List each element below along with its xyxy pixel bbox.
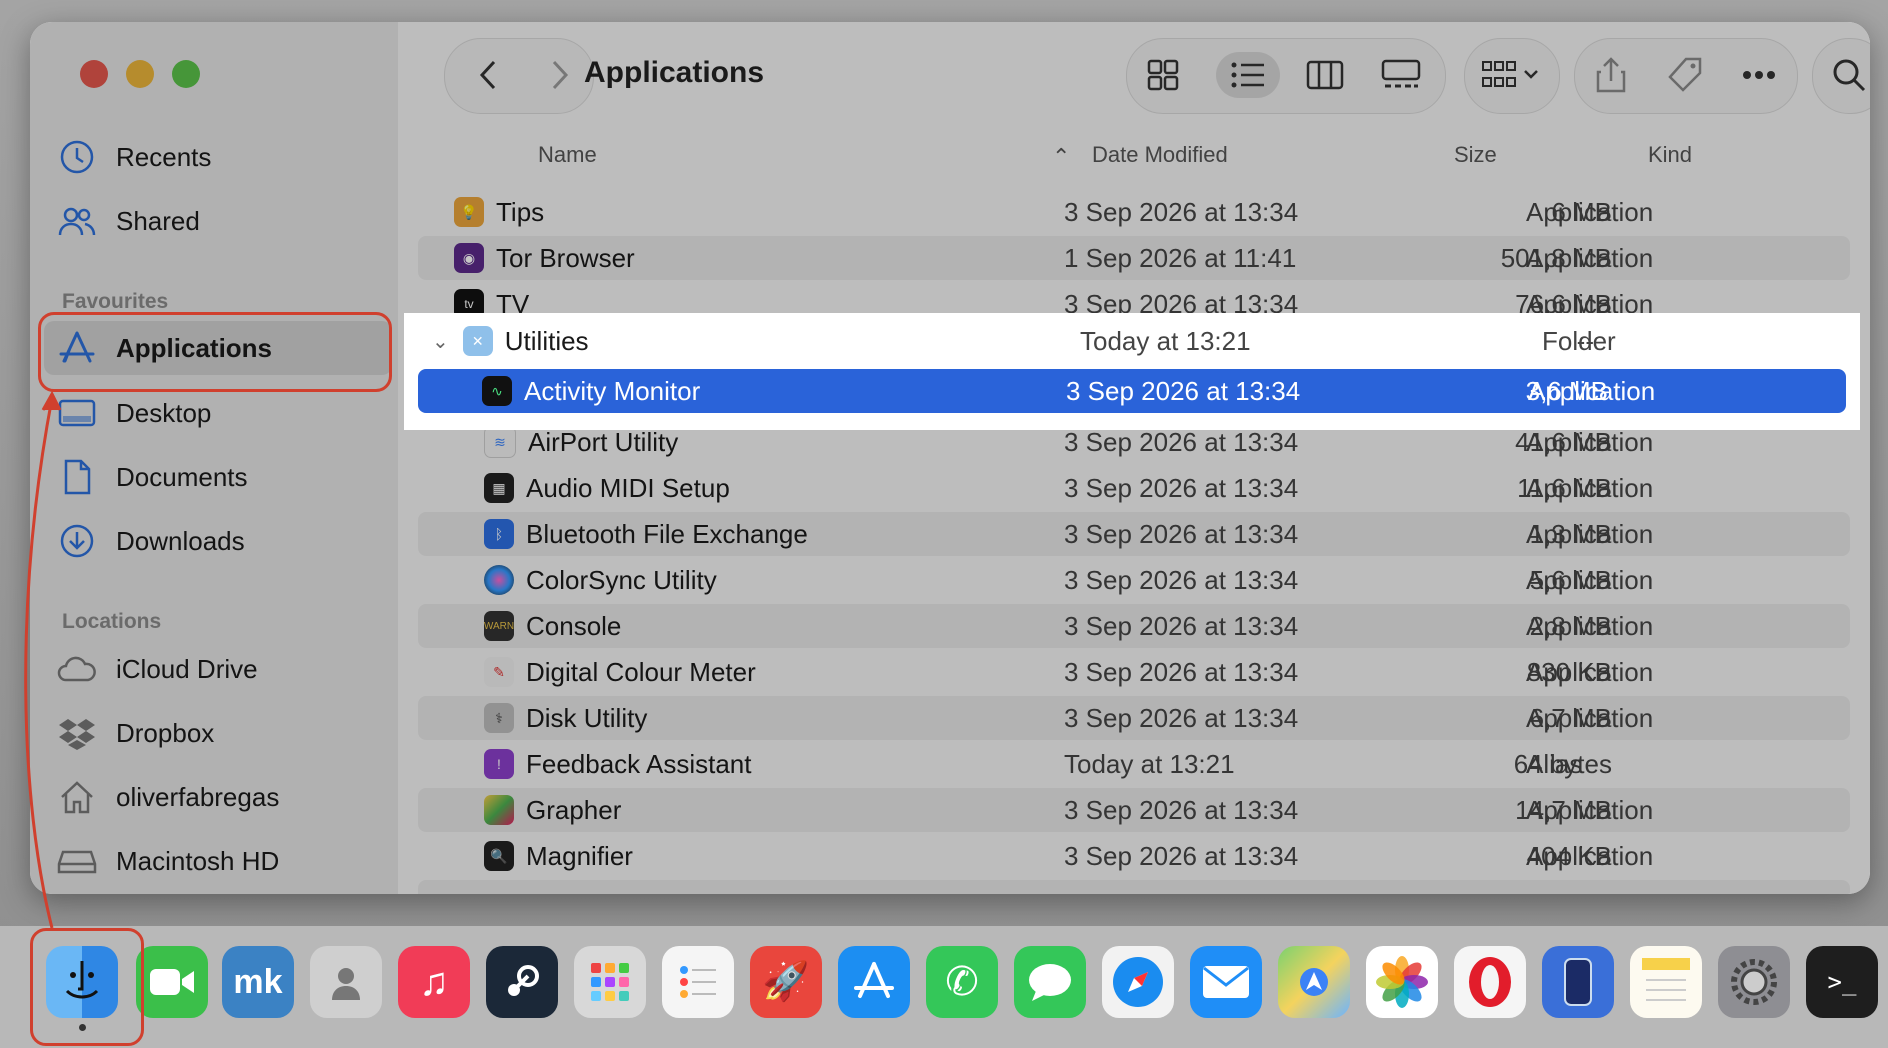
audio-midi-icon: ▦: [484, 473, 514, 503]
column-header-kind[interactable]: Kind: [1648, 142, 1692, 182]
music-icon[interactable]: ♫: [398, 946, 470, 1018]
highlighted-rows: ⌄ ✕ Utilities Today at 13:21 -- Folder ∿ Ac…: [404, 313, 1860, 430]
tag-icon[interactable]: [1662, 52, 1708, 98]
toolbar: Applications: [398, 22, 1870, 150]
sidebar-item-label: Shared: [116, 205, 200, 236]
table-row[interactable]: WARN Console 3 Sep 2026 at 13:34 2,8 MB Appl…: [418, 604, 1850, 648]
sidebar-item-label: Recents: [116, 141, 212, 172]
zoom-button[interactable]: [172, 60, 200, 88]
column-header-date[interactable]: Date Modified: [1092, 142, 1228, 182]
share-icon[interactable]: [1588, 52, 1634, 98]
file-browser: Applications Name ⌃ Date Modified Size K…: [398, 22, 1870, 894]
column-header-size[interactable]: Size: [1454, 142, 1497, 182]
app-store-icon[interactable]: [838, 946, 910, 1018]
table-row[interactable]: ColorSync Utility 3 Sep 2026 at 13:34 5,6 …: [418, 558, 1850, 602]
sort-chevron-up-icon: ⌃: [1052, 144, 1071, 169]
minimize-button[interactable]: [126, 60, 154, 88]
list-view-icon[interactable]: [1216, 52, 1280, 98]
bluetooth-icon: ᛒ: [484, 519, 514, 549]
column-view-icon[interactable]: [1302, 52, 1348, 98]
sidebar-item-label: oliverfabregas: [116, 781, 280, 812]
table-row[interactable]: ! Feedback Assistant Today at 13:21 64 byte…: [418, 742, 1850, 786]
sidebar-item-label: Desktop: [116, 397, 212, 428]
system-settings-icon[interactable]: [1718, 946, 1790, 1018]
column-header-name[interactable]: Name: [538, 142, 597, 182]
annotation-arrow: [24, 390, 62, 929]
table-row[interactable]: ✎ Digital Colour Meter 3 Sep 2026 at 13:34…: [418, 650, 1850, 694]
activity-monitor-icon: ∿: [482, 376, 512, 406]
notes-icon[interactable]: [1630, 946, 1702, 1018]
steam-icon[interactable]: [486, 946, 558, 1018]
table-row[interactable]: ⚕ Disk Utility 3 Sep 2026 at 13:34 6,7 MB Ap…: [418, 696, 1850, 740]
folder-icon: ✕: [462, 326, 493, 356]
table-row-partial: [418, 880, 1850, 894]
gallery-view-icon[interactable]: [1378, 52, 1424, 98]
console-icon: WARN: [484, 611, 514, 641]
folder-row-utilities[interactable]: ⌄ ✕ Utilities Today at 13:21 -- Folder: [418, 319, 1846, 363]
mk-app-icon[interactable]: mk: [222, 946, 294, 1018]
sidebar-item-label: Dropbox: [116, 717, 215, 748]
colorsync-icon: [484, 565, 514, 595]
table-row[interactable]: Grapher 3 Sep 2026 at 13:34 14,7 MB Applica…: [418, 788, 1850, 832]
facetime-icon[interactable]: [136, 946, 208, 1018]
icon-view-icon[interactable]: [1140, 52, 1186, 98]
table-row[interactable]: ᛒ Bluetooth File Exchange 3 Sep 2026 at 13…: [418, 512, 1850, 556]
terminal-icon[interactable]: >_: [1806, 946, 1878, 1018]
disclosure-chevron-down-icon[interactable]: ⌄: [432, 329, 449, 354]
group-by-icon[interactable]: [1476, 52, 1548, 98]
table-row[interactable]: 🔍 Magnifier 3 Sep 2026 at 13:34 404 KB Appli…: [418, 834, 1850, 878]
sidebar-item-label: Macintosh HD: [116, 845, 280, 876]
maps-icon[interactable]: [1278, 946, 1350, 1018]
contacts-icon[interactable]: [310, 946, 382, 1018]
mail-icon[interactable]: [1190, 946, 1262, 1018]
tips-icon: 💡: [454, 197, 484, 227]
iphone-mirroring-icon[interactable]: [1542, 946, 1614, 1018]
forward-button[interactable]: [536, 52, 582, 98]
disk-utility-icon: ⚕: [484, 703, 514, 733]
back-button[interactable]: [466, 52, 512, 98]
digital-colour-meter-icon: ✎: [484, 657, 514, 687]
sidebar-item-label: iCloud Drive: [116, 653, 258, 684]
opera-icon[interactable]: [1454, 946, 1526, 1018]
table-row[interactable]: ▦ Audio MIDI Setup 3 Sep 2026 at 13:34 11,6…: [418, 466, 1850, 510]
table-row[interactable]: ◉ Tor Browser 1 Sep 2026 at 11:41 501,8 MB A…: [418, 236, 1850, 280]
sidebar-item-label: Downloads: [116, 525, 245, 556]
magnifier-icon: 🔍: [484, 841, 514, 871]
more-icon[interactable]: [1736, 52, 1782, 98]
airport-utility-icon: ≋: [484, 426, 516, 458]
rocket-app-icon[interactable]: 🚀: [750, 946, 822, 1018]
page-title: Applications: [584, 56, 765, 89]
messages-icon[interactable]: [1014, 946, 1086, 1018]
feedback-assistant-icon: !: [484, 749, 514, 779]
grapher-icon: [484, 795, 514, 825]
table-row[interactable]: 💡 Tips 3 Sep 2026 at 13:34 6 MB Application: [418, 190, 1850, 234]
tor-browser-icon: ◉: [454, 243, 484, 273]
launchpad-icon[interactable]: [574, 946, 646, 1018]
reminders-icon[interactable]: [662, 946, 734, 1018]
photos-icon[interactable]: [1366, 946, 1438, 1018]
annotation-highlight-finder: [30, 928, 144, 1046]
selected-row-activity-monitor[interactable]: ∿ Activity Monitor 3 Sep 2026 at 13:34 3,…: [418, 369, 1846, 413]
sidebar-item-label: Documents: [116, 461, 248, 492]
phone-icon[interactable]: ✆: [926, 946, 998, 1018]
search-icon[interactable]: [1826, 52, 1870, 98]
safari-icon[interactable]: [1102, 946, 1174, 1018]
finder-window: Recents Shared Favourites Applications D…: [30, 22, 1870, 894]
